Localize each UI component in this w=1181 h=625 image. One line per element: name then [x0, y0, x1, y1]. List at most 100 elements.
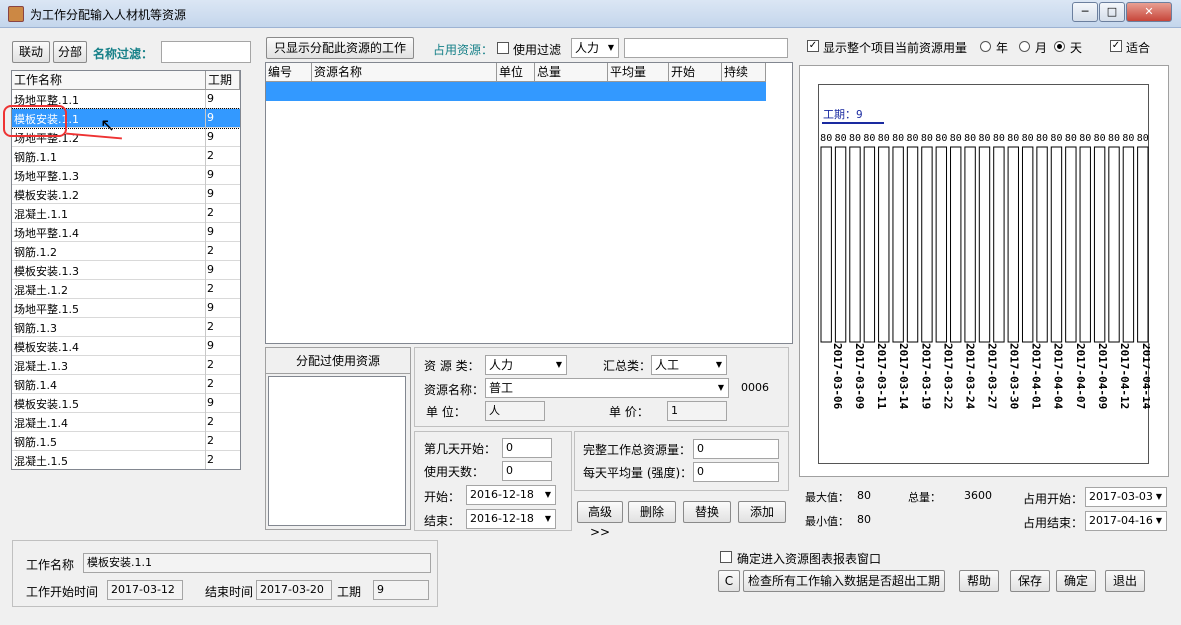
summary-type-select[interactable]: 人工 ▼: [651, 355, 727, 375]
work-row-duration: 2: [207, 320, 214, 333]
total-value: 3600: [964, 489, 992, 502]
work-start-field[interactable]: 2017-03-12: [107, 580, 183, 600]
work-row[interactable]: 模板安装.1.3 9: [12, 261, 240, 280]
work-row[interactable]: 混凝土.1.3 2: [12, 356, 240, 375]
name-filter-label: 名称过滤：: [93, 47, 154, 61]
split-button[interactable]: 分部: [53, 41, 87, 63]
daily-quantity-input[interactable]: 0: [693, 462, 779, 482]
resource-col-header[interactable]: 单位: [497, 63, 535, 82]
help-button[interactable]: 帮助: [959, 570, 999, 592]
work-row[interactable]: 混凝土.1.5 2: [12, 451, 240, 469]
work-row[interactable]: 场地平整.1.3 9: [12, 166, 240, 185]
name-filter-input[interactable]: [161, 41, 251, 63]
max-label: 最大值：: [805, 491, 849, 504]
chart-duration-label: 工期：9: [823, 108, 863, 121]
show-only-assigned-button[interactable]: 只显示分配此资源的工作: [266, 37, 414, 59]
radio-month[interactable]: [1019, 41, 1030, 52]
work-row[interactable]: 场地平整.1.4 9: [12, 223, 240, 242]
work-row-duration: 2: [207, 434, 214, 447]
used-resources-list[interactable]: [268, 376, 406, 526]
use-days-input[interactable]: 0: [502, 461, 552, 481]
replace-button[interactable]: 替换: [683, 501, 731, 523]
filter-text-input[interactable]: [624, 38, 788, 58]
minimize-button[interactable]: ─: [1072, 2, 1098, 22]
selected-resource-row[interactable]: [266, 82, 766, 101]
resource-col-header[interactable]: 持续: [722, 63, 766, 82]
work-row-name: 模板安装.1.2: [14, 189, 79, 202]
total-quantity-input[interactable]: 0: [693, 439, 779, 459]
exit-button[interactable]: 退出: [1105, 570, 1145, 592]
work-row[interactable]: 混凝土.1.2 2: [12, 280, 240, 299]
maximize-button[interactable]: □: [1099, 2, 1125, 22]
close-button[interactable]: ✕: [1126, 2, 1172, 22]
histogram-bar: [1093, 146, 1106, 343]
work-row[interactable]: 混凝土.1.1 2: [12, 204, 240, 223]
work-row[interactable]: 钢筋.1.4 2: [12, 375, 240, 394]
work-row-duration: 9: [207, 92, 214, 105]
unit-field[interactable]: 人: [485, 401, 545, 421]
resource-name-select[interactable]: 普工 ▼: [485, 378, 729, 398]
resource-col-header[interactable]: 编号: [266, 63, 312, 82]
work-row[interactable]: 钢筋.1.5 2: [12, 432, 240, 451]
advanced-button[interactable]: 高级>>: [577, 501, 623, 539]
c-button[interactable]: C: [718, 570, 740, 592]
resource-type-label: 资 源 类：: [424, 359, 480, 373]
total-quantity-label: 完整工作总资源量：: [583, 443, 692, 457]
enter-chart-checkbox[interactable]: [720, 551, 732, 563]
delete-button[interactable]: 删除: [628, 501, 676, 523]
bar-value-label: 80: [892, 133, 904, 144]
work-name-label: 工作名称: [26, 558, 75, 572]
start-date-picker[interactable]: 2016-12-18 ▼: [466, 485, 556, 505]
resource-type-select[interactable]: 人力 ▼: [485, 355, 567, 375]
resource-col-header[interactable]: 总量: [535, 63, 608, 82]
work-row[interactable]: 模板安装.1.4 9: [12, 337, 240, 356]
work-row[interactable]: 模板安装.1.5 9: [12, 394, 240, 413]
work-row[interactable]: 钢筋.1.1 2: [12, 147, 240, 166]
radio-year[interactable]: [980, 41, 991, 52]
resource-col-header[interactable]: 开始: [669, 63, 722, 82]
duration-underline: [822, 122, 884, 124]
end-date-picker[interactable]: 2016-12-18 ▼: [466, 509, 556, 529]
save-button[interactable]: 保存: [1010, 570, 1050, 592]
bar-value-label: 80: [964, 133, 976, 144]
resource-type-filter-select[interactable]: 人力 ▼: [571, 38, 619, 58]
resource-col-header[interactable]: 资源名称: [312, 63, 497, 82]
resource-type-filter-value: 人力: [575, 41, 600, 55]
work-row-name: 钢筋.1.3: [14, 322, 57, 335]
histogram-bar: [1122, 146, 1135, 343]
column-divider: [205, 242, 206, 261]
work-row-duration: 2: [207, 244, 214, 257]
link-button[interactable]: 联动: [12, 41, 50, 63]
work-row[interactable]: 钢筋.1.3 2: [12, 318, 240, 337]
col-duration[interactable]: 工期: [206, 71, 240, 90]
add-button[interactable]: 添加: [738, 501, 786, 523]
show-whole-checkbox[interactable]: ✓: [807, 40, 819, 52]
work-name-field[interactable]: 模板安装.1.1: [83, 553, 431, 573]
work-duration-field[interactable]: 9: [373, 580, 429, 600]
bar-value-label: 80: [835, 133, 847, 144]
radio-day[interactable]: [1054, 41, 1065, 52]
use-filter-checkbox[interactable]: [497, 42, 509, 54]
check-duration-button[interactable]: 检查所有工作输入数据是否超出工期: [743, 570, 945, 592]
column-divider: [205, 166, 206, 185]
work-row[interactable]: 场地平整.1.5 9: [12, 299, 240, 318]
occupy-end-picker[interactable]: 2017-04-16 ▼: [1085, 511, 1167, 531]
ok-button[interactable]: 确定: [1056, 570, 1096, 592]
fit-checkbox[interactable]: ✓: [1110, 40, 1122, 52]
bar-value-label: 80: [1007, 133, 1019, 144]
work-row-name: 模板安装.1.3: [14, 265, 79, 278]
start-day-input[interactable]: 0: [502, 438, 552, 458]
chart-frame: 工期：9 80 80 80 80 80 80 80 80 80 80 80 80 80 80 80 80 80 8…: [818, 84, 1150, 464]
work-end-field[interactable]: 2017-03-20: [256, 580, 332, 600]
resource-col-header[interactable]: 平均量: [608, 63, 669, 82]
chevron-down-icon: ▼: [1155, 492, 1163, 501]
work-row[interactable]: 模板安装.1.2 9: [12, 185, 240, 204]
col-work-name[interactable]: 工作名称: [12, 71, 206, 90]
occupy-start-picker[interactable]: 2017-03-03 ▼: [1085, 487, 1167, 507]
price-field[interactable]: 1: [667, 401, 727, 421]
date-tick-label: 2017-04-07: [1074, 343, 1087, 409]
work-row[interactable]: 钢筋.1.2 2: [12, 242, 240, 261]
work-row[interactable]: 混凝土.1.4 2: [12, 413, 240, 432]
start-date-value: 2016-12-18: [470, 488, 534, 501]
use-filter-label: 使用过滤: [513, 43, 562, 57]
